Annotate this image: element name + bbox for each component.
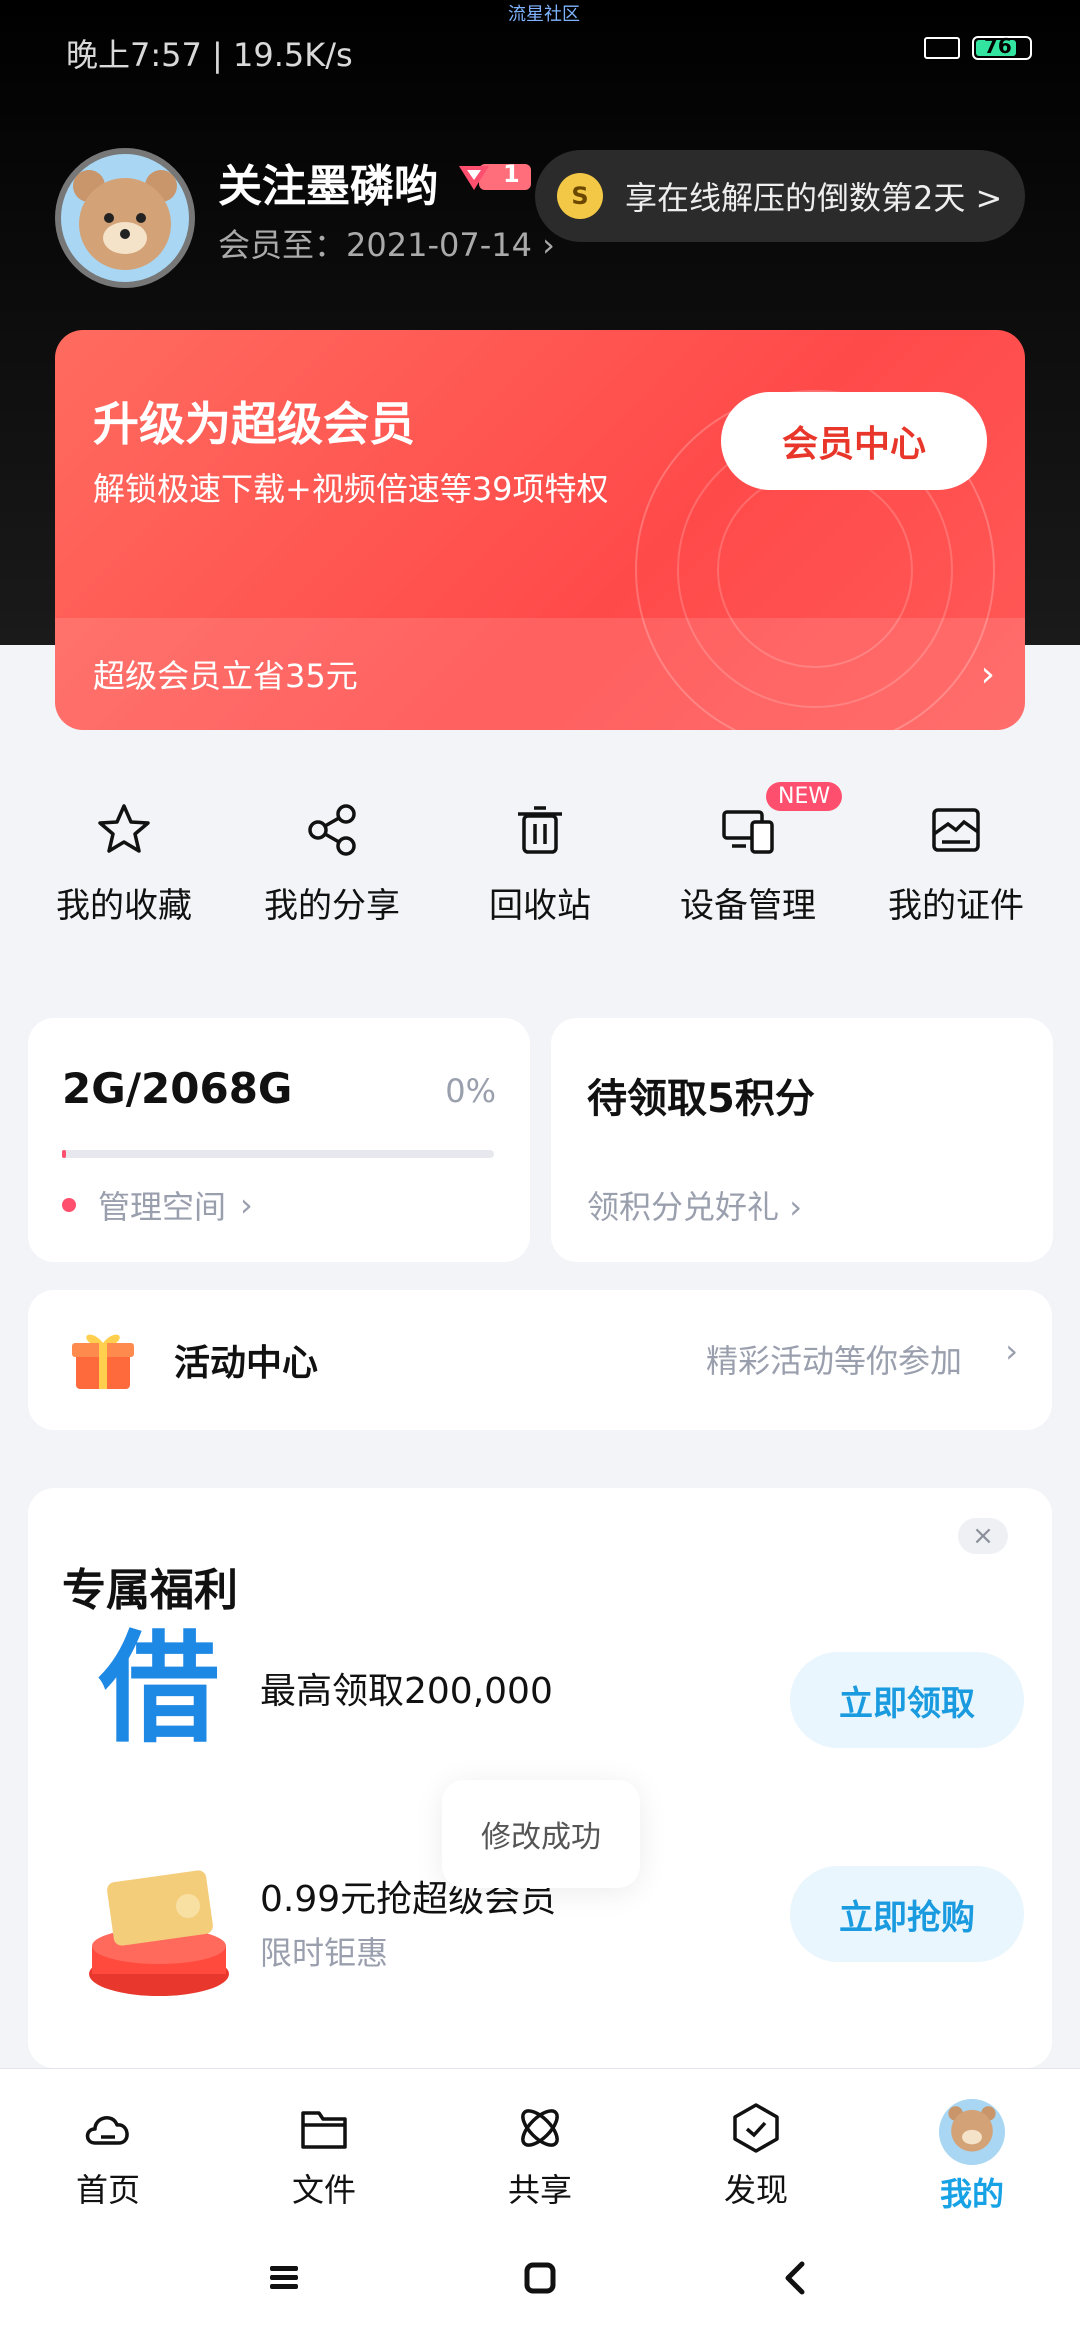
points-title: 待领取5积分 (587, 1076, 815, 1122)
points-link-label: 领积分兑好礼 (587, 1188, 780, 1226)
nav-home-label: 首页 (75, 2171, 140, 2209)
manage-space-label: 管理空间 (98, 1188, 227, 1226)
points-card[interactable]: 待领取5积分 领积分兑好礼 › (551, 1018, 1053, 1262)
chevron-right-icon: › (240, 1186, 253, 1224)
chevron-right-icon: › (779, 1188, 802, 1226)
close-icon[interactable]: × (958, 1518, 1008, 1554)
notice-pill[interactable]: S 享在线解压的倒数第2天 > (535, 150, 1025, 242)
loan-icon: 借 (84, 1620, 234, 1760)
nav-me-label: 我的 (939, 2175, 1004, 2213)
favorites-button[interactable]: 我的收藏 (24, 800, 224, 970)
status-dot-icon (62, 1198, 76, 1212)
upgrade-footer[interactable]: 超级会员立省35元 › (55, 618, 1025, 730)
activity-hint: 精彩活动等你参加 (705, 1342, 962, 1380)
exclusive-benefits-card: 专属福利 × 借 最高领取200,000 立即领取 0.99元抢超级会员 限时钜… (28, 1488, 1052, 2068)
share-label: 我的分享 (264, 886, 400, 926)
cloud-icon (85, 2116, 129, 2145)
buy-now-button[interactable]: 立即抢购 (790, 1866, 1024, 1962)
upgrade-footer-text: 超级会员立省35元 (93, 657, 358, 695)
points-link[interactable]: 领积分兑好礼 › (587, 1182, 802, 1228)
nav-discover[interactable]: 发现 (648, 2069, 864, 2216)
favorites-label: 我的收藏 (56, 886, 192, 926)
avatar[interactable] (55, 148, 195, 288)
system-navigation (0, 2216, 1080, 2340)
svip-card-icon (84, 1866, 234, 2006)
nav-files-label: 文件 (291, 2171, 356, 2209)
battery-level: 76 (984, 34, 1012, 58)
coin-icon: S (557, 173, 603, 219)
benefit-row-loan[interactable]: 借 最高领取200,000 立即领取 (28, 1620, 1052, 1760)
gift-icon (72, 1334, 134, 1389)
member-until-text: 会员至：2021-07-14 (218, 226, 532, 264)
id-card-icon (932, 808, 980, 852)
vip-level-text: 1 (503, 160, 520, 188)
status-bar: 晚上7:57 | 19.5K/s 流星社区 76 (0, 0, 1080, 100)
share-button[interactable]: 我的分享 (232, 800, 432, 970)
recycle-bin-button[interactable]: 回收站 (440, 800, 640, 970)
upgrade-card[interactable]: 升级为超级会员 解锁极速下载+视频倍速等39项特权 会员中心 超级会员立省35元… (55, 330, 1025, 730)
diamond-icon (459, 164, 531, 190)
back-icon[interactable] (778, 2260, 814, 2296)
status-center-label: 流星社区 (508, 4, 580, 25)
avatar (939, 2099, 1005, 2165)
atom-icon (521, 2109, 559, 2147)
folder-icon (301, 2111, 347, 2149)
nav-share[interactable]: 共享 (432, 2069, 648, 2216)
loan-text: 最高领取200,000 (260, 1671, 553, 1712)
chevron-right-icon: › (1005, 1332, 1018, 1370)
storage-progress-fill (62, 1150, 67, 1158)
new-badge: NEW (766, 782, 843, 811)
storage-card[interactable]: 2G/2068G 0% 管理空间 › (28, 1018, 530, 1262)
claim-now-button[interactable]: 立即领取 (790, 1652, 1024, 1748)
compass-icon (733, 2103, 779, 2153)
recycle-bin-label: 回收站 (489, 886, 591, 926)
username[interactable]: 关注墨磷哟 (218, 150, 438, 214)
share-icon (308, 804, 356, 856)
manage-space-link[interactable]: 管理空间 › (62, 1182, 253, 1228)
storage-amount: 2G/2068G (62, 1064, 293, 1113)
notice-text: 享在线解压的倒数第2天 > (625, 179, 1003, 217)
nav-home[interactable]: 首页 (0, 2069, 216, 2216)
status-icons: 76 (924, 34, 1032, 60)
nav-files[interactable]: 文件 (216, 2069, 432, 2216)
activity-center-row[interactable]: 活动中心 精彩活动等你参加 › (28, 1290, 1052, 1430)
bottom-nav: 首页 文件 共享 发现 我的 (0, 2068, 1080, 2216)
home-square-icon[interactable] (522, 2260, 558, 2296)
star-icon (98, 804, 150, 853)
devices-icon (722, 810, 774, 854)
member-center-button[interactable]: 会员中心 (721, 392, 987, 490)
trash-icon (518, 806, 562, 854)
nav-me[interactable]: 我的 (864, 2069, 1080, 2216)
storage-percent: 0% (445, 1072, 496, 1110)
toast-message: 修改成功 (442, 1780, 640, 1888)
nav-discover-label: 发现 (723, 2171, 788, 2209)
my-documents-button[interactable]: 我的证件 (856, 800, 1056, 970)
device-management-label: 设备管理 (680, 886, 816, 926)
vip-level-badge: 1 (455, 156, 535, 196)
member-until[interactable]: 会员至：2021-07-14 › (218, 220, 555, 266)
device-management-button[interactable]: NEW 设备管理 (648, 782, 848, 970)
loan-icon-text: 借 (99, 1620, 219, 1759)
battery-icon: 76 (972, 34, 1032, 60)
status-time-speed: 晚上7:57 | 19.5K/s (66, 36, 353, 74)
vip-offer-sub: 限时钜惠 (260, 1934, 389, 1972)
nav-share-label: 共享 (507, 2171, 572, 2209)
menu-icon[interactable] (266, 2260, 302, 2296)
my-documents-label: 我的证件 (888, 886, 1024, 926)
upgrade-title: 升级为超级会员 (93, 397, 415, 451)
activity-title: 活动中心 (174, 1343, 319, 1384)
bear-avatar-icon (73, 170, 177, 270)
signal-icon (924, 37, 960, 59)
storage-progress-bar (62, 1150, 494, 1158)
upgrade-subtitle: 解锁极速下载+视频倍速等39项特权 (93, 470, 609, 508)
quick-actions: 我的收藏 我的分享 回收站 NEW 设备管理 我的证件 (0, 782, 1080, 970)
benefits-title: 专属福利 (62, 1565, 238, 1616)
chevron-right-icon: › (980, 654, 995, 695)
